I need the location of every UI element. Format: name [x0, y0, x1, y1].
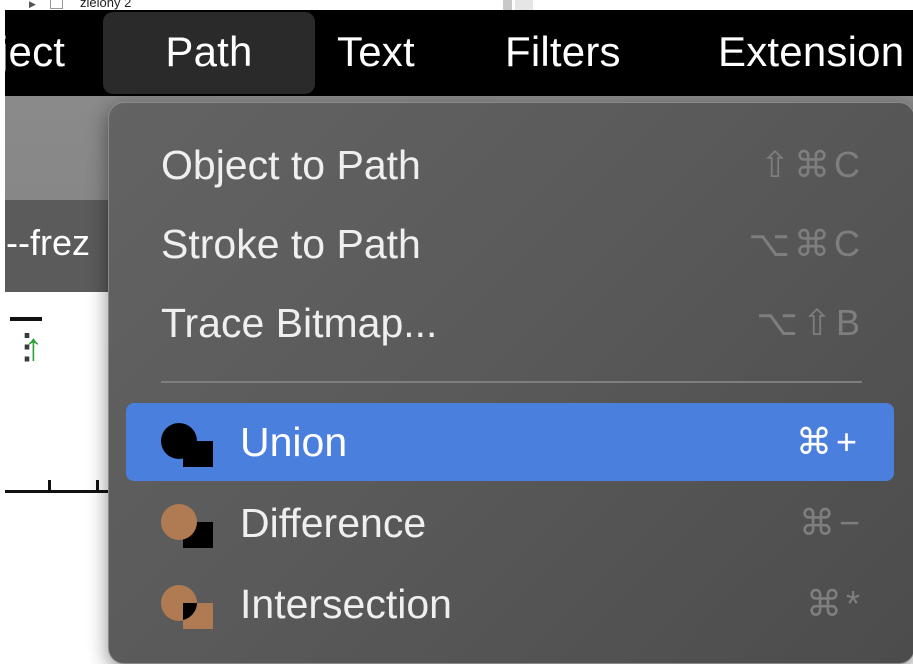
path-menu-dropdown: Object to Path ⇧⌘C Stroke to Path ⌥⌘C Tr… [108, 102, 913, 664]
panel-scrollbar[interactable] [503, 0, 512, 10]
menu-item-label: Object to Path [161, 142, 421, 188]
menu-item-union[interactable]: Union ⌘+ [126, 403, 894, 481]
document-tab-label: --frez [6, 222, 90, 263]
layers-panel-strip: ▶ zielony 2 [0, 0, 913, 10]
menu-bar: ject Path Text Filters Extension [5, 10, 913, 96]
toolbar-divider [10, 317, 42, 321]
union-icon [161, 423, 213, 467]
menu-separator [161, 381, 862, 383]
ruler-tick [48, 480, 51, 490]
intersection-icon [161, 585, 213, 629]
menu-item-trace-bitmap[interactable]: Trace Bitmap... ⌥⇧B [109, 284, 913, 362]
menu-object[interactable]: ject [5, 10, 65, 96]
menu-item-shortcut: ⇧⌘C [759, 144, 864, 185]
menu-item-label: Intersection [240, 581, 452, 627]
ruler [5, 490, 120, 493]
menu-item-shortcut: ⌘− [798, 502, 864, 543]
difference-icon [161, 504, 213, 548]
panel-divider [515, 0, 533, 10]
menu-item-difference[interactable]: Difference ⌘− [109, 484, 913, 562]
menu-item-object-to-path[interactable]: Object to Path ⇧⌘C [109, 126, 913, 204]
menu-path[interactable]: Path [103, 12, 315, 94]
menu-text[interactable]: Text [337, 10, 415, 96]
menu-extensions[interactable]: Extension [718, 10, 904, 96]
layer-checkbox[interactable] [50, 0, 63, 9]
menu-item-label: Difference [240, 500, 427, 546]
menu-item-shortcut: ⌥⌘C [748, 223, 864, 264]
menu-item-label: Stroke to Path [161, 221, 421, 267]
menu-item-shortcut: ⌥⇧B [756, 302, 864, 343]
raise-arrow-icon[interactable]: ↑ [24, 327, 43, 370]
menu-item-label: Union [240, 419, 348, 465]
menu-item-label: Trace Bitmap... [161, 300, 438, 346]
menu-item-stroke-to-path[interactable]: Stroke to Path ⌥⌘C [109, 205, 913, 283]
menu-item-intersection[interactable]: Intersection ⌘* [109, 565, 913, 643]
menu-filters[interactable]: Filters [505, 10, 621, 96]
menu-item-shortcut: ⌘+ [795, 421, 861, 462]
menu-item-shortcut: ⌘* [805, 583, 864, 624]
layer-item-label[interactable]: zielony 2 [80, 0, 131, 10]
expand-triangle-icon[interactable]: ▶ [29, 0, 36, 9]
ruler-tick [96, 480, 99, 490]
